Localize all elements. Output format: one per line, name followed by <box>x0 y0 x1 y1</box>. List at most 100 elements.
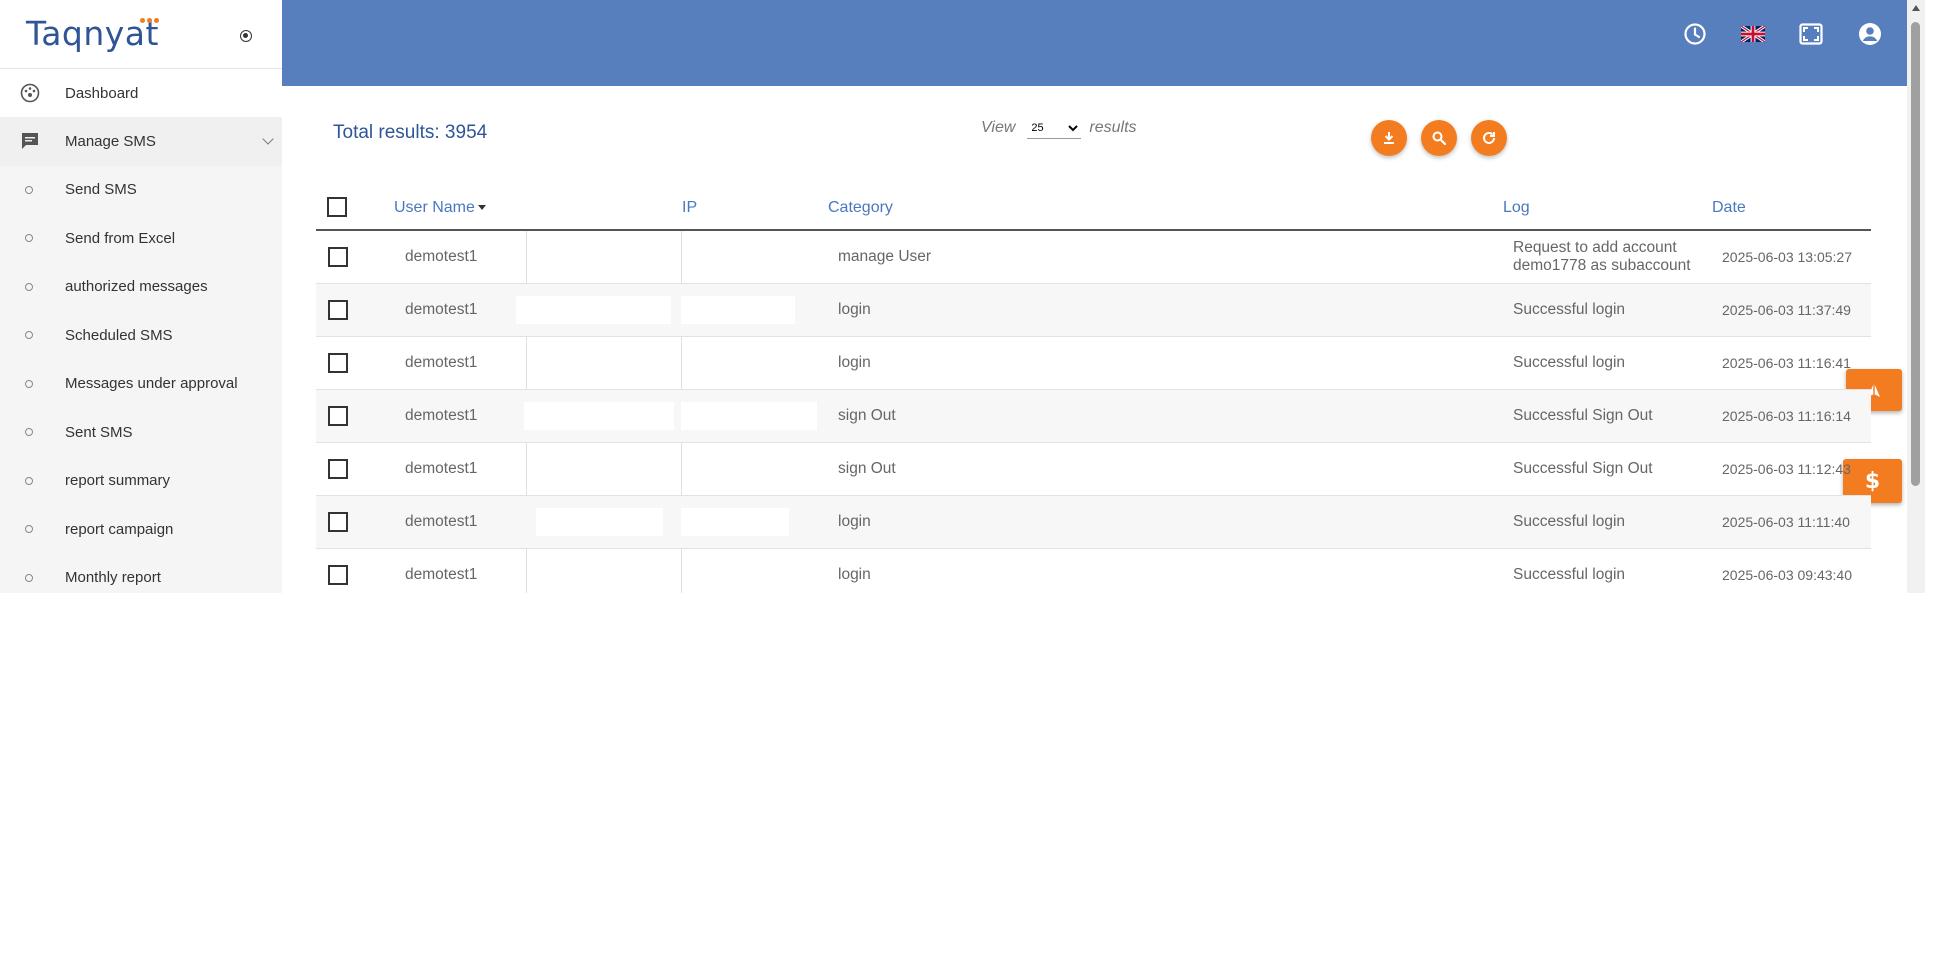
bullet-icon <box>25 185 33 194</box>
cell-ip <box>525 230 681 284</box>
col-date[interactable]: Date <box>1711 165 1871 231</box>
sidebar-item-report-campaign[interactable]: report campaign <box>0 505 282 554</box>
row-checkbox[interactable] <box>328 353 348 373</box>
sidebar-item-authorized-messages[interactable]: authorized messages <box>0 263 282 312</box>
cell-category: login <box>827 495 1502 549</box>
header-select-all <box>316 165 394 231</box>
fullscreen-icon[interactable] <box>1798 21 1824 47</box>
cell-username: demotest1 <box>394 230 526 284</box>
cell-username: demotest1 <box>394 389 526 443</box>
cell-category: login <box>827 548 1502 593</box>
cell-username: demotest1 <box>394 495 526 549</box>
total-results: Total results: 3954 <box>333 122 488 143</box>
cell-log: Successful login <box>1502 495 1711 549</box>
row-checkbox[interactable] <box>328 300 348 320</box>
scroll-up-icon[interactable] <box>1912 5 1920 11</box>
cell-ip-2 <box>680 442 827 496</box>
cell-ip <box>524 389 681 443</box>
cell-category: login <box>827 283 1502 337</box>
uk-flag-icon[interactable] <box>1740 21 1766 47</box>
row-checkbox[interactable] <box>328 459 348 479</box>
refresh-icon <box>1483 131 1495 144</box>
sidebar-item-scheduled-sms[interactable]: Scheduled SMS <box>0 311 282 360</box>
cell-ip-2 <box>681 389 827 443</box>
chevron-down-icon <box>262 133 274 145</box>
cell-ip <box>516 283 681 337</box>
cell-date: 2025-06-03 09:43:40 <box>1711 548 1871 593</box>
search-button[interactable] <box>1421 120 1457 156</box>
row-checkbox[interactable] <box>328 512 348 532</box>
view-suffix: results <box>1089 119 1137 136</box>
bullet-icon <box>25 476 33 485</box>
cell-category: manage User <box>827 230 1502 284</box>
account-icon[interactable] <box>1857 21 1883 47</box>
sidebar-item-manage-sms[interactable]: Manage SMS <box>0 117 282 166</box>
bullet-icon <box>25 573 33 582</box>
cell-log: Request to add account demo1778 as subac… <box>1502 230 1711 284</box>
sidebar-item-messages-under-approval[interactable]: Messages under approval <box>0 360 282 409</box>
sidebar-item-dashboard[interactable]: Dashboard <box>0 69 282 117</box>
sidebar-item-label: Sent SMS <box>65 423 133 441</box>
page-size-control: View 25 results <box>981 117 1137 139</box>
col-category[interactable]: Category <box>827 165 1502 231</box>
cell-ip <box>526 495 681 549</box>
sort-desc-icon <box>477 205 486 211</box>
sidebar: Taqnyat Dashboard Manage SMS Send SMS Se… <box>0 0 282 593</box>
table-row: demotest1 login Successful login 2025-06… <box>316 495 1871 549</box>
col-username[interactable]: User Name <box>394 165 526 231</box>
bullet-icon <box>25 379 33 388</box>
page-scrollbar[interactable] <box>1907 0 1925 593</box>
logo-area: Taqnyat <box>0 0 282 69</box>
sidebar-item-label: authorized messages <box>65 278 208 296</box>
cell-log: Successful login <box>1502 283 1711 337</box>
col-log-label: Log <box>1503 199 1530 216</box>
cell-username: demotest1 <box>394 283 526 337</box>
cell-ip <box>525 336 681 390</box>
app-window: Taqnyat Dashboard Manage SMS Send SMS Se… <box>0 0 1925 593</box>
cell-username: demotest1 <box>394 442 526 496</box>
table-row: demotest1 manage User Request to add acc… <box>316 230 1871 284</box>
table-row: demotest1 login Successful login 2025-06… <box>316 336 1871 390</box>
select-all-checkbox[interactable] <box>327 197 347 217</box>
message-icon <box>19 130 41 152</box>
history-icon[interactable] <box>1682 21 1708 47</box>
col-username-label: User Name <box>394 199 475 216</box>
scrollbar-thumb[interactable] <box>1911 22 1920 486</box>
table-row: demotest1 login Successful login 2025-06… <box>316 283 1871 337</box>
sidebar-item-label: Send SMS <box>65 181 137 199</box>
sidebar-pin-icon[interactable] <box>240 30 252 42</box>
col-ip[interactable]: IP <box>681 165 827 231</box>
cell-log: Successful Sign Out <box>1502 389 1711 443</box>
ip-redaction <box>536 508 663 536</box>
table-row: demotest1 sign Out Successful Sign Out 2… <box>316 442 1871 496</box>
sidebar-item-send-sms[interactable]: Send SMS <box>0 166 282 215</box>
download-button[interactable] <box>1371 120 1407 156</box>
cell-ip-2 <box>680 230 827 284</box>
sidebar-item-label: Messages under approval <box>65 375 238 393</box>
cell-ip-2 <box>680 336 827 390</box>
cell-username: demotest1 <box>394 336 526 390</box>
sidebar-item-monthly-report[interactable]: Monthly report <box>0 554 282 594</box>
sidebar-item-label: report campaign <box>65 520 174 538</box>
bullet-icon <box>25 331 33 340</box>
table-row: demotest1 login Successful login 2025-06… <box>316 548 1871 593</box>
search-icon <box>1432 131 1447 146</box>
table-header-row: User Name IP Category Log Date <box>316 165 1871 231</box>
row-checkbox[interactable] <box>328 565 348 585</box>
col-log[interactable]: Log <box>1502 165 1711 231</box>
col-spacer <box>526 165 681 231</box>
ip-redaction <box>681 508 789 536</box>
sidebar-item-label: Dashboard <box>65 84 139 102</box>
row-checkbox[interactable] <box>328 406 348 426</box>
sidebar-item-sent-sms[interactable]: Sent SMS <box>0 408 282 457</box>
cell-ip <box>525 548 681 593</box>
page-size-select[interactable]: 25 <box>1027 117 1082 139</box>
cell-date: 2025-06-03 11:12:43 <box>1711 442 1871 496</box>
ip-redaction <box>516 296 671 324</box>
row-checkbox[interactable] <box>328 247 348 267</box>
sidebar-item-send-from-excel[interactable]: Send from Excel <box>0 214 282 263</box>
sidebar-item-report-summary[interactable]: report summary <box>0 457 282 506</box>
top-header <box>282 0 1907 86</box>
sidebar-item-label: Monthly report <box>65 569 161 587</box>
refresh-button[interactable] <box>1471 120 1507 156</box>
